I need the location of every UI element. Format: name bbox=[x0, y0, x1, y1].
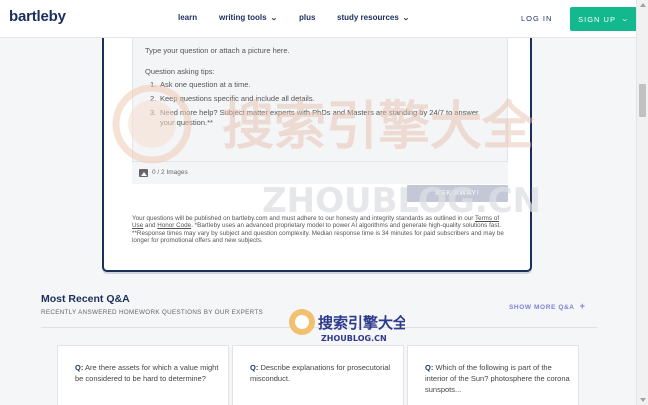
attach-image-bar: 0 / 2 Images bbox=[132, 161, 508, 184]
tip-text: Ask one question at a time. bbox=[160, 80, 251, 89]
disclaimer-and: and bbox=[144, 222, 156, 230]
question-placeholder: Type your question or attach a picture h… bbox=[145, 46, 290, 55]
watermark-small-url: ZHOUBLOG.CN bbox=[321, 334, 387, 343]
image-icon[interactable] bbox=[139, 169, 148, 177]
recent-qa-subtitle: RECENTLY ANSWERED HOMEWORK QUESTIONS BY … bbox=[41, 309, 263, 316]
ask-away-button[interactable]: ASK AWAY! bbox=[407, 185, 508, 202]
nav-writing-tools[interactable]: writing tools ⌄ bbox=[219, 13, 278, 22]
qa-card[interactable]: Q: Which of the following is part of the… bbox=[407, 345, 579, 405]
nav-writing-tools-label: writing tools bbox=[219, 13, 267, 22]
chevron-down-icon: ⌄ bbox=[269, 15, 278, 22]
nav-plus[interactable]: plus bbox=[299, 13, 315, 22]
scroll-down-arrow-icon[interactable] bbox=[640, 398, 646, 402]
tip-item: 1. Ask one question at a time. bbox=[150, 80, 490, 90]
nav-learn-label: learn bbox=[178, 13, 198, 22]
signup-button[interactable]: SIGN UP ⌄ bbox=[570, 7, 637, 31]
chevron-down-icon: ⌄ bbox=[401, 15, 410, 22]
qa-question: Q: Describe explanations for prosecutori… bbox=[250, 362, 398, 384]
qa-card[interactable]: Q: Are there assets for which a value mi… bbox=[57, 345, 229, 405]
top-nav-bar: bartleby learn writing tools ⌄ plus study… bbox=[0, 0, 637, 38]
nav-study-resources-label: study resources bbox=[337, 13, 399, 22]
scroll-thumb[interactable] bbox=[639, 84, 646, 117]
qa-question-text: Describe explanations for prosecutorial … bbox=[250, 363, 391, 383]
tip-item: 2. Keep questions specific and include a… bbox=[150, 94, 490, 104]
qa-prefix: Q: bbox=[425, 363, 434, 372]
images-count: 0 / 2 Images bbox=[152, 169, 188, 176]
qa-question-text: Which of the following is part of the in… bbox=[425, 363, 570, 394]
ask-question-card: Type your question or attach a picture h… bbox=[102, 38, 532, 272]
qa-question-text: Are there assets for which a value might… bbox=[75, 363, 219, 383]
disclaimer-text: Your questions will be published on bart… bbox=[132, 215, 512, 245]
qa-question: Q: Are there assets for which a value mi… bbox=[75, 362, 223, 384]
disclaimer-part-1: Your questions will be published on bart… bbox=[132, 215, 474, 222]
qa-prefix: Q: bbox=[75, 363, 84, 372]
tip-number: 1. bbox=[150, 80, 157, 89]
nav-plus-label: plus bbox=[299, 13, 316, 22]
honor-code-link[interactable]: Honor Code bbox=[157, 222, 191, 229]
recent-qa-title: Most Recent Q&A bbox=[41, 293, 130, 305]
scroll-up-arrow-icon[interactable] bbox=[640, 3, 646, 7]
tip-number: 3. bbox=[150, 108, 157, 117]
tip-text: Need more help? Subject matter experts w… bbox=[160, 108, 479, 127]
tip-number: 2. bbox=[150, 94, 157, 103]
signup-label: SIGN UP bbox=[578, 14, 616, 24]
tips-title: Question asking tips: bbox=[145, 67, 215, 76]
watermark-small-cn: 搜索引擎大全 bbox=[318, 314, 405, 332]
watermark-small: 搜索引擎大全 ZHOUBLOG.CN bbox=[289, 309, 405, 343]
show-more-label: SHOW MORE Q&A bbox=[509, 304, 575, 311]
nav-learn[interactable]: learn bbox=[178, 13, 197, 22]
tips-list: 1. Ask one question at a time. 2. Keep q… bbox=[150, 80, 490, 132]
page-scrollbar[interactable] bbox=[636, 0, 648, 405]
qa-prefix: Q: bbox=[250, 363, 259, 372]
show-more-qa-link[interactable]: SHOW MORE Q&A + bbox=[509, 301, 585, 311]
tip-item: 3. Need more help? Subject matter expert… bbox=[150, 108, 490, 128]
bartleby-logo[interactable]: bartleby bbox=[9, 8, 66, 25]
qa-question: Q: Which of the following is part of the… bbox=[425, 362, 573, 395]
login-link[interactable]: LOG IN bbox=[521, 14, 552, 23]
nav-study-resources[interactable]: study resources ⌄ bbox=[337, 13, 410, 22]
chevron-down-icon: ⌄ bbox=[620, 16, 630, 23]
tip-text: Keep questions specific and include all … bbox=[160, 94, 315, 103]
plus-icon: + bbox=[579, 301, 586, 311]
qa-card[interactable]: Q: Describe explanations for prosecutori… bbox=[232, 345, 404, 405]
